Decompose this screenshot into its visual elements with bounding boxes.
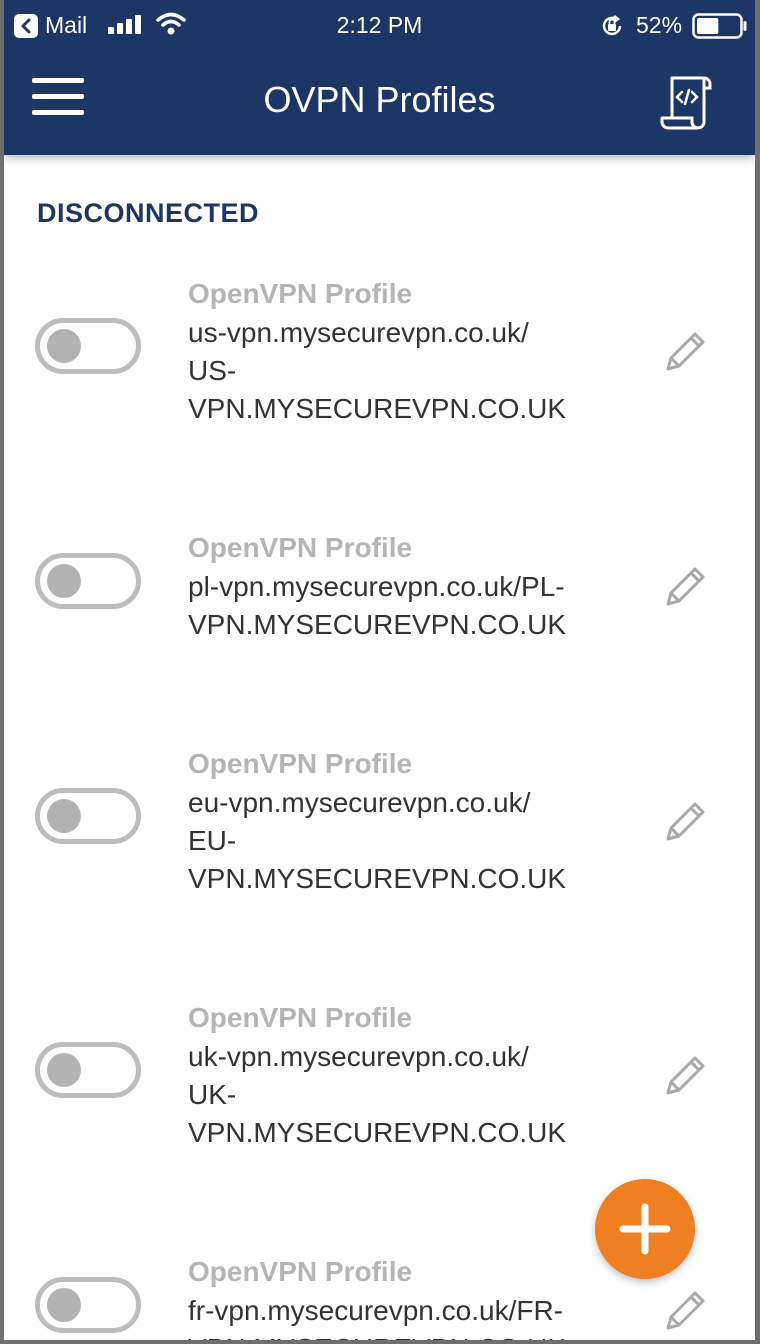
profile-host: us-vpn.mysecurevpn.co.uk/ US- VPN.MYSECU… bbox=[188, 317, 567, 424]
edit-profile-button[interactable] bbox=[658, 1049, 712, 1103]
pencil-icon bbox=[666, 567, 705, 606]
battery-percent: 52% bbox=[636, 12, 683, 38]
profile-host: eu-vpn.mysecurevpn.co.uk/ EU- VPN.MYSECU… bbox=[188, 787, 567, 894]
code-file-icon bbox=[660, 76, 712, 130]
import-profile-button[interactable] bbox=[658, 72, 718, 132]
toggle-knob bbox=[47, 799, 81, 833]
toggle-knob bbox=[47, 329, 81, 363]
profile-toggle[interactable] bbox=[35, 788, 141, 844]
top-bar: Mail 2:12 PM 52% OVPN Profiles bbox=[4, 0, 755, 155]
profile-name: OpenVPN Profile bbox=[188, 1002, 413, 1033]
toggle-knob bbox=[47, 564, 81, 598]
profile-host: uk-vpn.mysecurevpn.co.uk/ UK- VPN.MYSECU… bbox=[188, 1041, 567, 1148]
page-title: OVPN Profiles bbox=[263, 79, 496, 120]
pencil-icon bbox=[666, 332, 705, 371]
toggle-knob bbox=[47, 1288, 81, 1322]
pencil-icon bbox=[666, 1056, 705, 1095]
edit-profile-button[interactable] bbox=[658, 795, 712, 849]
toggle-knob bbox=[47, 1053, 81, 1087]
profile-toggle[interactable] bbox=[35, 1042, 141, 1098]
profile-host: fr-vpn.mysecurevpn.co.uk/FR- VPN.MYSECUR… bbox=[188, 1295, 566, 1340]
plus-icon bbox=[619, 1203, 671, 1255]
rotation-lock-icon bbox=[602, 15, 622, 36]
profile-toggle[interactable] bbox=[35, 1277, 141, 1333]
app-screen: Mail 2:12 PM 52% OVPN Profiles DISCONNEC… bbox=[4, 0, 755, 1340]
battery-icon bbox=[692, 13, 747, 39]
profile-name: OpenVPN Profile bbox=[188, 278, 413, 309]
pencil-icon bbox=[666, 802, 705, 841]
edit-profile-button[interactable] bbox=[658, 325, 712, 379]
profile-name: OpenVPN Profile bbox=[188, 532, 413, 563]
profile-name: OpenVPN Profile bbox=[188, 1256, 413, 1287]
profile-name: OpenVPN Profile bbox=[188, 748, 413, 779]
add-profile-button[interactable] bbox=[595, 1179, 695, 1279]
profile-host: pl-vpn.mysecurevpn.co.uk/PL- VPN.MYSECUR… bbox=[188, 571, 567, 640]
profile-toggle[interactable] bbox=[35, 553, 141, 609]
edit-profile-button[interactable] bbox=[658, 1284, 712, 1338]
status-bar: Mail 2:12 PM 52% bbox=[4, 0, 755, 50]
pencil-icon bbox=[666, 1291, 705, 1330]
edit-profile-button[interactable] bbox=[658, 560, 712, 614]
profile-toggle[interactable] bbox=[35, 318, 141, 374]
connection-status-heading: DISCONNECTED bbox=[37, 198, 260, 228]
app-header: OVPN Profiles bbox=[4, 50, 755, 155]
